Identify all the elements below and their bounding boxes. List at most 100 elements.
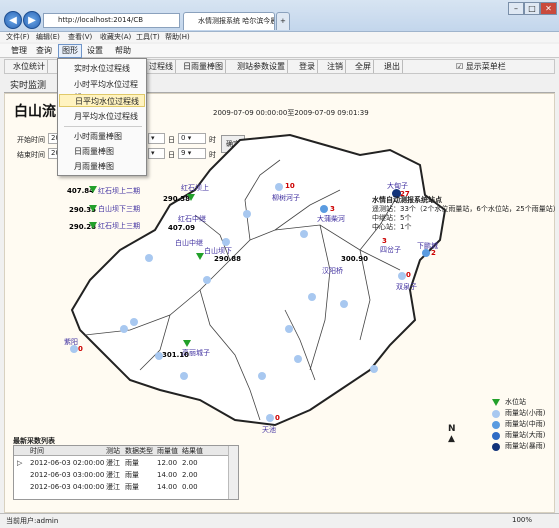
tool-water-stats[interactable]: 水位统计	[11, 60, 48, 73]
tool-exit[interactable]: 退出	[382, 60, 403, 73]
map-station-hanyang[interactable]: 汉阳桥	[322, 266, 343, 276]
back-button[interactable]: ◀	[4, 11, 22, 29]
col-time[interactable]: 时间	[30, 446, 44, 456]
rain-station-icon	[120, 325, 128, 333]
rain-station-icon	[300, 230, 308, 238]
map-station-hongshi[interactable]: 红石坝上	[181, 183, 209, 193]
table-scrollbar[interactable]	[228, 446, 238, 499]
cell-rain: 12.00	[157, 459, 178, 467]
maximize-button[interactable]: □	[524, 2, 540, 15]
menu-realtime-level-line[interactable]: 实时水位过程线	[59, 62, 145, 75]
legend-rain-light: 雨量站(小雨)	[492, 408, 545, 419]
map-value-baishan-down: 290.88	[214, 255, 242, 263]
appmenu-query[interactable]: 查询	[33, 44, 55, 58]
tool-fullscreen[interactable]: 全屏	[353, 60, 374, 73]
address-bar[interactable]: http://localhost:2014/CB	[43, 13, 180, 28]
browser-tab-active[interactable]: 水情测报系统 哈尔滨今晨...	[183, 12, 275, 30]
latest-data-table: 时间 测站 数据类型 雨量值 结果值 ▷ 2012-06-03 02:00:00…	[13, 445, 239, 500]
map-station-sichazi[interactable]: 四岔子	[380, 245, 401, 255]
legend-label: 雨量站(中雨)	[505, 420, 546, 428]
menu-monthly-level-line[interactable]: 月平均水位过程线	[59, 110, 145, 123]
menu-edit[interactable]: 编辑(E)	[36, 32, 60, 42]
menu-tools[interactable]: 工具(T)	[136, 32, 160, 42]
map-value-ziyang: 0	[78, 345, 83, 353]
rain-station-icon	[130, 318, 138, 326]
cell-type: 雨量	[125, 459, 139, 467]
menu-daily-level-line[interactable]: 日平均水位过程线	[59, 94, 145, 107]
menu-daily-rain-bar[interactable]: 日雨量棒图	[59, 145, 145, 158]
cell-result: 0.00	[182, 483, 198, 491]
rain-station-icon	[243, 210, 251, 218]
map-station-shuangquan[interactable]: 双泉子	[396, 282, 417, 292]
map-station-relay[interactable]: 红石中继	[178, 214, 206, 224]
table-row[interactable]: 2012-06-03 03:00:00 漫江 雨量 14.00 2.00	[14, 470, 228, 480]
map-station-baishan[interactable]: 白山中继	[175, 238, 203, 248]
current-user: 当前用户:admin	[6, 517, 59, 525]
tool-process-line[interactable]: 过程线	[147, 60, 176, 73]
table-row[interactable]: 2012-06-03 04:00:00 漫江 雨量 14.00 0.00	[14, 482, 228, 492]
appmenu-settings[interactable]: 设置	[84, 44, 106, 58]
tool-daily-rain-bar[interactable]: 日雨量棒图	[181, 60, 226, 73]
legend-rain-mid: 雨量站(中雨)	[492, 419, 545, 430]
rain-station-icon	[285, 325, 293, 333]
map-value-sichazi: 3	[382, 237, 387, 245]
menu-view[interactable]: 查看(V)	[68, 32, 92, 42]
close-window-button[interactable]: ✕	[540, 2, 557, 15]
table-header: 时间 测站 数据类型 雨量值 结果值	[14, 446, 228, 456]
legend-label: 水位站	[505, 398, 526, 406]
basin-outline	[70, 133, 447, 427]
tool-login[interactable]: 登录	[297, 60, 318, 73]
map-value-liushu: 10	[285, 182, 295, 190]
summary-line-2: 中继站：5个	[372, 214, 412, 222]
col-result[interactable]: 结果值	[182, 446, 203, 456]
appmenu-manage[interactable]: 管理	[8, 44, 30, 58]
zoom-level[interactable]: 100%	[512, 516, 532, 524]
cell-result: 2.00	[182, 471, 198, 479]
tool-logout[interactable]: 注销	[325, 60, 346, 73]
row-selector-icon: ▷	[17, 459, 23, 467]
cell-rain: 14.00	[157, 471, 178, 479]
rain-station-icon	[294, 355, 302, 363]
minimize-button[interactable]: –	[508, 2, 524, 15]
rain-station-icon	[222, 238, 230, 246]
forward-button[interactable]: ▶	[23, 11, 41, 29]
new-tab-button[interactable]: +	[276, 12, 290, 30]
tool-station-params[interactable]: 测站参数设置	[235, 60, 288, 73]
rain-station-icon	[398, 272, 406, 280]
graph-dropdown-menu: 实时水位过程线 小时平均水位过程线 日平均水位过程线 月平均水位过程线 小时雨量…	[57, 58, 147, 176]
rain-station-icon	[320, 205, 328, 213]
cell-time: 2012-06-03 02:00:00	[30, 459, 105, 467]
menu-monthly-rain-bar[interactable]: 月雨量棒图	[59, 160, 145, 173]
rain-station-icon	[422, 249, 430, 257]
menu-file[interactable]: 文件(F)	[6, 32, 30, 42]
menu-favorites[interactable]: 收藏夹(A)	[100, 32, 131, 42]
show-menubar-checkbox[interactable]: ☑ 显示菜单栏	[454, 60, 508, 73]
appmenu-help[interactable]: 帮助	[112, 44, 134, 58]
time-range-text: 2009-07-09 00:00:00至2009-07-09 09:01:39	[213, 109, 369, 117]
level-station-name-1[interactable]: 红石坝上二期	[98, 186, 140, 196]
level-station-name-3[interactable]: 红石坝上三期	[98, 221, 140, 231]
browser-menubar: 文件(F) 编辑(E) 查看(V) 收藏夹(A) 工具(T) 帮助(H)	[0, 32, 559, 42]
cell-station: 漫江	[106, 459, 120, 467]
legend-label: 雨量站(小雨)	[505, 409, 546, 417]
level-station-name-2[interactable]: 白山坝下三期	[98, 204, 140, 214]
tab-realtime-monitor[interactable]: 实时监测	[10, 78, 46, 91]
menu-help[interactable]: 帮助(H)	[165, 32, 190, 42]
map-station-tianchi[interactable]: 天池	[262, 425, 276, 435]
map-station-dapuchai[interactable]: 大蒲柴河	[317, 214, 345, 224]
menu-hourly-rain-bar[interactable]: 小时雨量棒图	[59, 130, 145, 143]
cell-time: 2012-06-03 04:00:00	[30, 483, 105, 491]
rain-light-icon	[492, 410, 500, 418]
col-station[interactable]: 测站	[106, 446, 120, 456]
rain-station-icon	[203, 276, 211, 284]
menu-hourly-level-line[interactable]: 小时平均水位过程线	[59, 78, 145, 102]
map-station-liushu[interactable]: 柳树河子	[272, 193, 300, 203]
cell-rain: 14.00	[157, 483, 178, 491]
level-station-icon	[89, 186, 97, 193]
appmenu-graph[interactable]: 图形	[58, 44, 82, 58]
col-type[interactable]: 数据类型	[125, 446, 153, 456]
col-rain[interactable]: 雨量值	[157, 446, 178, 456]
table-row[interactable]: ▷ 2012-06-03 02:00:00 漫江 雨量 12.00 2.00	[14, 458, 228, 468]
cell-type: 雨量	[125, 483, 139, 491]
map-value-hanyang: 300.90	[341, 255, 369, 263]
